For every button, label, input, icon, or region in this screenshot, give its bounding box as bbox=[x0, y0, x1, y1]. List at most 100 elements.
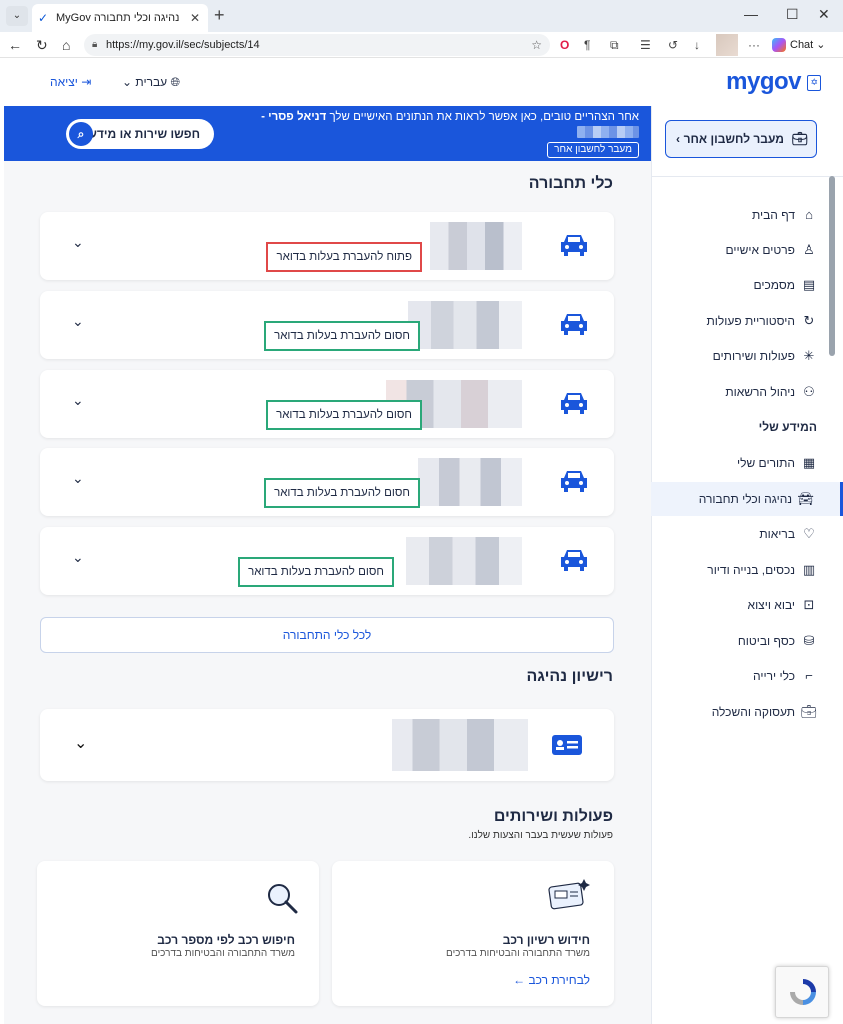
sidebar-item-employment[interactable]: 💼︎ תעסוקה והשכלה bbox=[651, 695, 843, 729]
redacted-id bbox=[577, 126, 639, 138]
minimize-icon[interactable]: — bbox=[744, 6, 758, 22]
greeting-banner: אחר הצהריים טובים, כאן אפשר לראות את הנת… bbox=[4, 106, 651, 161]
redacted-license-info bbox=[392, 719, 528, 771]
search-button[interactable]: חפשו שירות או מידע ⌕ bbox=[66, 119, 214, 149]
reload-icon[interactable]: ↻ bbox=[36, 36, 48, 54]
chevron-down-icon: ⌄ bbox=[122, 75, 133, 89]
all-vehicles-button[interactable]: לכל כלי התחבורה bbox=[40, 617, 614, 653]
sidebar-item-services[interactable]: ✳ פעולות ושירותים bbox=[651, 339, 843, 373]
chevron-down-icon[interactable]: ⌄ bbox=[72, 313, 84, 330]
reader-icon[interactable]: ¶ bbox=[584, 37, 590, 53]
logout-button[interactable]: יציאה ⇥ bbox=[50, 75, 91, 89]
vehicle-status-badge: חסום להעברת בעלות בדואר bbox=[238, 557, 394, 587]
home-browser-icon[interactable]: ⌂ bbox=[62, 36, 70, 54]
search-icon: ⌕ bbox=[69, 122, 93, 146]
briefcase-icon: 💼︎ bbox=[791, 131, 808, 146]
switch-account-button[interactable]: 💼︎ מעבר לחשבון אחר › bbox=[665, 120, 817, 158]
chevron-left-icon: › bbox=[676, 132, 680, 146]
redacted-vehicle-info bbox=[430, 222, 522, 270]
home-icon: ⌂ bbox=[805, 207, 813, 222]
person-icon: ♙ bbox=[803, 242, 815, 257]
url-input[interactable]: 🔒︎ https://my.gov.il/sec/subjects/14 ☆ bbox=[84, 34, 550, 56]
sidebar-item-permissions[interactable]: ⚇ ניהול הרשאות bbox=[651, 375, 843, 409]
vehicle-card[interactable]: חסום להעברת בעלות בדואר ⌄ bbox=[40, 448, 614, 516]
sidebar-item-history[interactable]: ↻ היסטוריית פעולות bbox=[651, 304, 843, 338]
sidebar-item-home[interactable]: ⌂ דף הבית bbox=[651, 198, 843, 232]
vehicle-license-icon bbox=[548, 879, 590, 910]
favorites-icon[interactable]: ☰ bbox=[640, 37, 651, 53]
redacted-vehicle-info bbox=[408, 301, 522, 349]
browser-tab[interactable]: ✓ MyGov נהיגה וכלי תחבורה ✕ bbox=[32, 4, 208, 32]
profile-avatar[interactable] bbox=[716, 34, 738, 56]
magnifier-icon bbox=[268, 884, 298, 914]
sidebar-item-driving[interactable]: 🚘︎ נהיגה וכלי תחבורה bbox=[651, 482, 843, 516]
tab-title: MyGov נהיגה וכלי תחבורה bbox=[56, 12, 180, 24]
chevron-down-icon[interactable]: ⌄ bbox=[72, 392, 84, 409]
building-icon: ▥ bbox=[802, 562, 816, 577]
sparkle-icon: ✳ bbox=[803, 348, 815, 363]
sidebar-item-firearms[interactable]: ⌐ כלי ירייה bbox=[651, 659, 843, 693]
sidebar: 💼︎ מעבר לחשבון אחר › ⌂ דף הבית ♙ פרטים איש… bbox=[651, 106, 843, 1024]
copilot-chat-button[interactable]: Chat ⌄ bbox=[772, 36, 826, 54]
sidebar-item-property[interactable]: ▥ נכסים, בנייה ודיור bbox=[651, 553, 843, 587]
document-icon: ▤ bbox=[802, 277, 816, 292]
vehicle-status-badge: פתוח להעברת בעלות בדואר bbox=[266, 242, 422, 272]
close-tab-icon[interactable]: ✕ bbox=[190, 4, 200, 32]
vehicle-card[interactable]: חסום להעברת בעלות בדואר ⌄ bbox=[40, 291, 614, 359]
service-card-title: חיפוש רכב לפי מספר רכב bbox=[157, 933, 295, 947]
sidebar-item-health[interactable]: ♡ בריאות bbox=[651, 517, 843, 551]
car-icon bbox=[561, 235, 587, 256]
license-card[interactable]: ⌄ bbox=[40, 709, 614, 781]
opera-extension-icon[interactable]: O bbox=[560, 37, 569, 53]
address-bar-row: ← ↻ ⌂ 🔒︎ https://my.gov.il/sec/subjects/… bbox=[0, 32, 843, 58]
close-window-icon[interactable]: ✕ bbox=[818, 6, 830, 23]
logout-icon: ⇥ bbox=[81, 75, 92, 89]
vehicle-card[interactable]: חסום להעברת בעלות בדואר ⌄ bbox=[40, 370, 614, 438]
redacted-vehicle-info bbox=[406, 537, 522, 585]
coins-icon: ⛁ bbox=[803, 633, 815, 648]
site-header: mygov ✡ יציאה ⇥ ⌄ עברית 🌐︎ bbox=[0, 58, 843, 106]
service-card-renew-license[interactable]: חידוש רשיון רכב משרד התחבורה והבטיחות בד… bbox=[332, 861, 614, 1006]
sidebar-item-documents[interactable]: ▤ מסמכים bbox=[651, 268, 843, 302]
recaptcha-badge[interactable] bbox=[775, 966, 829, 1018]
favicon-icon: ✓ bbox=[38, 11, 49, 25]
sidebar-item-money[interactable]: ⛁ כסף וביטוח bbox=[651, 624, 843, 658]
vehicle-card[interactable]: חסום להעברת בעלות בדואר ⌄ bbox=[40, 527, 614, 595]
service-card-search-vehicle[interactable]: חיפוש רכב לפי מספר רכב משרד התחבורה והבט… bbox=[37, 861, 319, 1006]
sidebar-divider bbox=[651, 176, 843, 177]
choose-vehicle-link[interactable]: לבחירת רכב ← bbox=[513, 973, 590, 987]
switch-account-banner-button[interactable]: מעבר לחשבון אחר bbox=[547, 142, 639, 158]
services-title: פעולות ושירותים bbox=[493, 808, 613, 825]
new-tab-icon[interactable]: + bbox=[214, 6, 225, 24]
history-icon: ↻ bbox=[803, 313, 815, 328]
mygov-logo[interactable]: mygov ✡ bbox=[726, 68, 821, 96]
calendar-icon: ▦ bbox=[802, 455, 816, 470]
url-text: https://my.gov.il/sec/subjects/14 bbox=[106, 39, 260, 51]
vehicle-card[interactable]: פתוח להעברת בעלות בדואר ⌄ bbox=[40, 212, 614, 280]
sidebar-item-import-export[interactable]: ⊡ יבוא ויצוא bbox=[651, 588, 843, 622]
history-browser-icon[interactable]: ↺ bbox=[668, 37, 678, 53]
chevron-down-icon[interactable]: ⌄ bbox=[72, 470, 84, 487]
service-card-title: חידוש רשיון רכב bbox=[502, 933, 590, 947]
users-icon: ⚇ bbox=[803, 384, 815, 399]
maximize-icon[interactable]: ☐ bbox=[786, 6, 799, 23]
chevron-down-icon[interactable]: ⌄ bbox=[74, 733, 87, 753]
tab-list-chevron-icon[interactable]: ⌄ bbox=[6, 6, 28, 26]
user-name: דניאל פסרי - bbox=[261, 111, 327, 123]
download-icon[interactable]: ↓ bbox=[694, 37, 700, 53]
state-emblem-icon: ✡ bbox=[807, 74, 821, 91]
vehicle-status-badge: חסום להעברת בעלות בדואר bbox=[266, 400, 422, 430]
greeting-text: אחר הצהריים טובים, כאן אפשר לראות את הנת… bbox=[261, 110, 639, 142]
sidebar-item-appointments[interactable]: ▦ התורים שלי bbox=[651, 446, 843, 480]
main-content: אחר הצהריים טובים, כאן אפשר לראות את הנת… bbox=[4, 106, 651, 1024]
extensions-icon[interactable]: ⧉ bbox=[610, 37, 619, 53]
redacted-vehicle-info bbox=[418, 458, 522, 506]
sidebar-item-personal[interactable]: ♙ פרטים אישיים bbox=[651, 233, 843, 267]
language-selector[interactable]: ⌄ עברית 🌐︎ bbox=[122, 75, 180, 90]
more-menu-icon[interactable]: ··· bbox=[748, 37, 760, 53]
car-icon bbox=[561, 471, 587, 492]
favorite-star-icon[interactable]: ☆ bbox=[531, 34, 542, 56]
chevron-down-icon[interactable]: ⌄ bbox=[72, 549, 84, 566]
chevron-down-icon[interactable]: ⌄ bbox=[72, 234, 84, 251]
back-icon[interactable]: ← bbox=[8, 36, 22, 54]
